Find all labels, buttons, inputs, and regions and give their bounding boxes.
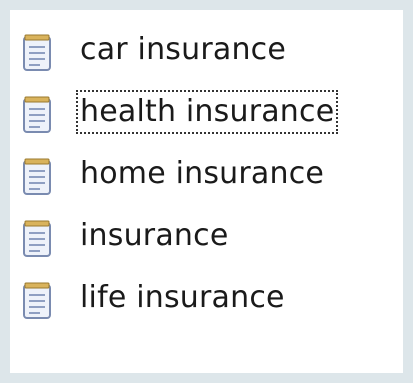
list-item[interactable]: home insurance: [10, 148, 403, 200]
text-document-icon: [23, 34, 51, 71]
item-label: health insurance: [76, 90, 339, 134]
text-document-icon: [23, 282, 51, 319]
file-list-panel: car insurance health insurance home insu…: [10, 10, 403, 373]
item-label: car insurance: [80, 32, 287, 67]
text-document-icon: [23, 96, 51, 133]
list-item[interactable]: health insurance: [10, 86, 403, 138]
item-label: home insurance: [80, 156, 325, 191]
item-label: insurance: [80, 218, 229, 253]
text-document-icon: [23, 220, 51, 257]
text-document-icon: [23, 158, 51, 195]
list-item[interactable]: insurance: [10, 210, 403, 262]
list-item[interactable]: car insurance: [10, 24, 403, 76]
item-label: life insurance: [80, 280, 285, 315]
list-item[interactable]: life insurance: [10, 272, 403, 324]
